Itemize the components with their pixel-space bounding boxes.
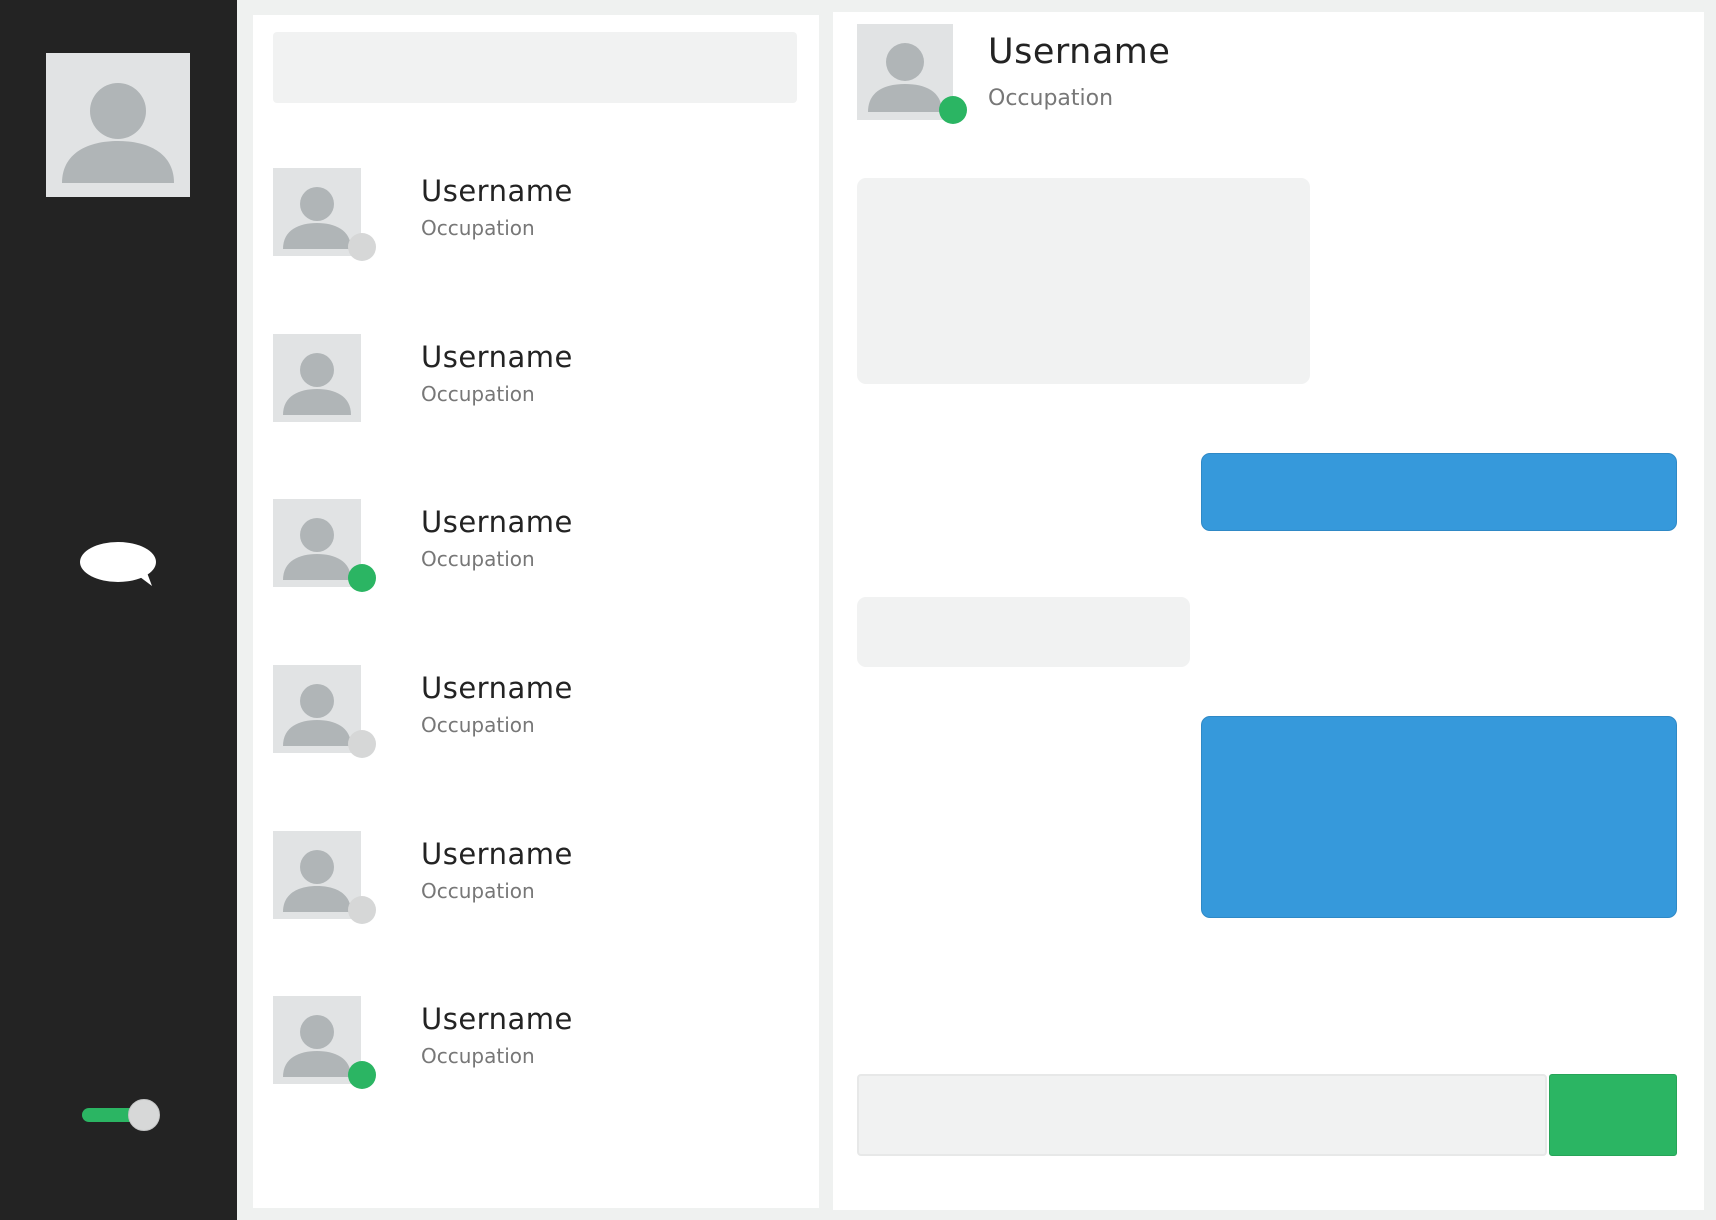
search-input[interactable] [273, 32, 797, 103]
online-status-dot [348, 1061, 376, 1089]
contact-occupation: Occupation [421, 713, 535, 737]
online-status-dot [348, 564, 376, 592]
send-button[interactable] [1549, 1074, 1677, 1156]
sidebar [0, 0, 237, 1220]
contact-item[interactable]: Username Occupation [273, 665, 793, 765]
offline-status-dot [348, 233, 376, 261]
online-status-dot [939, 96, 967, 124]
contact-item[interactable]: Username Occupation [273, 168, 793, 268]
contact-occupation: Occupation [421, 216, 535, 240]
contact-item[interactable]: Username Occupation [273, 334, 793, 434]
user-avatar-icon [62, 83, 174, 183]
contact-item[interactable]: Username Occupation [273, 499, 793, 599]
incoming-message-bubble [857, 178, 1310, 384]
contact-list-panel: Username Occupation Username Occupation … [253, 15, 819, 1208]
chat-nav-button[interactable] [78, 540, 158, 588]
chat-bubble-icon [80, 542, 156, 586]
offline-status-dot [348, 730, 376, 758]
offline-status-dot [348, 896, 376, 924]
outgoing-message-bubble [1201, 453, 1677, 531]
contact-occupation: Occupation [421, 382, 535, 406]
outgoing-message-bubble [1201, 716, 1677, 918]
status-toggle[interactable] [80, 1097, 160, 1133]
contact-username: Username [421, 340, 573, 374]
contact-username: Username [421, 174, 573, 208]
contact-avatar [273, 334, 361, 422]
contact-username: Username [421, 837, 573, 871]
user-avatar-icon [283, 353, 351, 415]
contact-username: Username [421, 505, 573, 539]
contact-occupation: Occupation [421, 879, 535, 903]
toggle-knob[interactable] [128, 1099, 160, 1131]
profile-avatar[interactable] [46, 53, 190, 197]
contact-occupation: Occupation [421, 547, 535, 571]
incoming-message-bubble [857, 597, 1190, 667]
contact-item[interactable]: Username Occupation [273, 996, 793, 1096]
chat-username: Username [988, 32, 1171, 72]
contact-username: Username [421, 1002, 573, 1036]
chat-occupation: Occupation [988, 86, 1114, 111]
message-input[interactable] [857, 1074, 1547, 1156]
chat-panel: Username Occupation [833, 12, 1704, 1210]
contact-item[interactable]: Username Occupation [273, 831, 793, 931]
contact-username: Username [421, 671, 573, 705]
contact-occupation: Occupation [421, 1044, 535, 1068]
